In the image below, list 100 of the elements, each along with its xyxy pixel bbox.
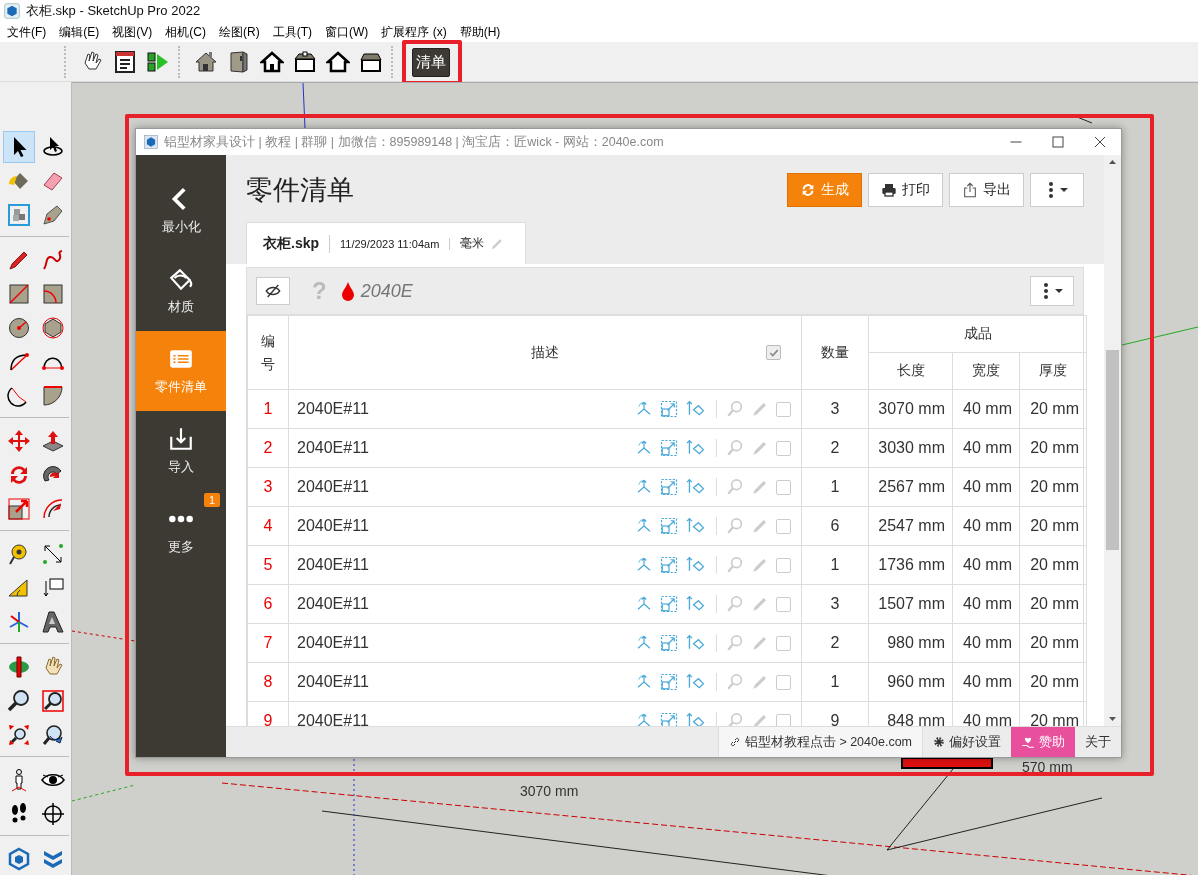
checkbox[interactable] [776,518,791,534]
maximize-icon [1052,136,1064,148]
table-cell: 20 mm [1019,623,1087,663]
checkbox[interactable] [776,635,791,651]
scale-box-icon [660,712,678,726]
page-heading: 零件清单 [246,174,355,207]
table-cell: 1 [801,467,869,507]
search-icon [726,439,744,457]
more-menu-button[interactable] [1030,173,1084,207]
column-header: 长度 [896,362,925,378]
menu-item[interactable]: 文件(F) [7,23,54,41]
about-link[interactable]: 关于 [1075,727,1121,757]
house-icon[interactable] [325,49,350,74]
menu-item[interactable]: 扩展程序 (x) [381,23,454,41]
arrow-bucket-icon [685,673,707,691]
menu-item[interactable]: 工具(T) [272,23,319,41]
refresh-icon [800,182,816,198]
eye-slash-icon [265,284,281,298]
app-icon [4,3,20,19]
table-cell: 3 [247,467,289,507]
table-cell-text: 2040E#11 [297,556,370,574]
table-cell: 2 [247,428,289,468]
table-cell: 40 mm [952,545,1020,585]
axes-icon [635,439,653,457]
heart-hand-icon [1021,735,1035,749]
table-cell: 20 mm [1019,506,1087,546]
list-button[interactable]: 清单 [412,48,450,77]
table-cell: 3 [801,389,869,429]
table-cell-text: 2040E#11 [297,517,370,535]
checkbox[interactable] [776,557,791,573]
checkbox[interactable] [776,674,791,690]
arrow-bucket-icon [685,478,707,496]
document-icon[interactable] [112,49,137,74]
house-icon[interactable] [292,49,317,74]
menu-item[interactable]: 绘图(R) [219,23,267,41]
scrollbar[interactable] [1104,155,1121,726]
table-cell: 1 [801,545,869,585]
axes-icon [635,673,653,691]
house-icon[interactable] [259,49,284,74]
table-cell-text: 2040E#11 [297,712,370,726]
table-cell: 20 mm [1019,467,1087,507]
axes-icon [635,556,653,574]
table-cell: 40 mm [952,428,1020,468]
column-header: 数量 [821,343,849,360]
search-icon [726,712,744,726]
checkbox[interactable] [776,401,791,417]
arrow-bucket-icon [685,517,707,535]
pencil-icon [751,556,769,574]
sidebar-item[interactable]: 导入 [136,411,226,491]
brand-label: 2040E [360,280,413,302]
hide-button[interactable] [256,277,290,305]
menu-item[interactable]: 窗口(W) [325,23,376,41]
pencil-icon [751,634,769,652]
print-button[interactable]: 打印 [868,173,943,207]
settings-button[interactable]: 偏好设置 [923,727,1011,757]
checkbox[interactable] [766,345,781,360]
tutorial-link[interactable]: 铝型材教程点击 > 2040e.com [717,727,923,757]
play-icon[interactable] [145,49,170,74]
app-icon [144,135,158,149]
checkbox[interactable] [776,596,791,612]
scale-box-icon [660,595,678,613]
select-icon[interactable] [3,131,35,163]
table-cell: 2567 mm [868,467,953,507]
table-cell: 7 [247,623,289,663]
export-button[interactable]: 导出 [949,173,1024,207]
table-cell: 40 mm [952,389,1020,429]
menu-item[interactable]: 相机(C) [165,23,213,41]
axes-icon [635,400,653,418]
table-cell-text: 2040E#11 [297,400,370,418]
scale-box-icon [660,634,678,652]
window-title: 衣柜.skp - SketchUp Pro 2022 [26,2,201,20]
file-name: 衣柜.skp [263,234,330,253]
table-cell: 4 [247,506,289,546]
arrow-bucket-icon [685,439,707,457]
file-date: 11/29/2023 11:04am [330,237,451,250]
import-icon [168,426,194,452]
checkbox[interactable] [776,479,791,495]
sidebar-item[interactable]: 最小化 [136,171,226,251]
file-tab[interactable]: 衣柜.skp 11/29/2023 11:04am 毫米 [246,222,526,264]
more-menu-button[interactable] [1030,276,1074,306]
checkbox[interactable] [776,440,791,456]
sidebar-item[interactable]: 更多 1 [136,491,226,571]
checkbox[interactable] [776,713,791,726]
house-icon[interactable] [193,49,218,74]
table-cell: 8 [247,662,289,702]
table-cell: 20 mm [1019,389,1087,429]
menu-item[interactable]: 视图(V) [112,23,160,41]
table-cell: 40 mm [952,506,1020,546]
unit-label: 毫米 [459,235,485,252]
sidebar-item[interactable]: 材质 [136,251,226,331]
menu-item[interactable]: 帮助(H) [459,23,508,41]
axes-icon [635,595,653,613]
menu-item[interactable]: 编辑(E) [59,23,107,41]
pencil-icon [751,400,769,418]
table-cell: 40 mm [952,623,1020,663]
scale-box-icon [660,400,678,418]
axes-icon [635,712,653,726]
arrow-bucket-icon [685,595,707,613]
axes-icon [635,478,653,496]
table-cell: 20 mm [1019,428,1087,468]
